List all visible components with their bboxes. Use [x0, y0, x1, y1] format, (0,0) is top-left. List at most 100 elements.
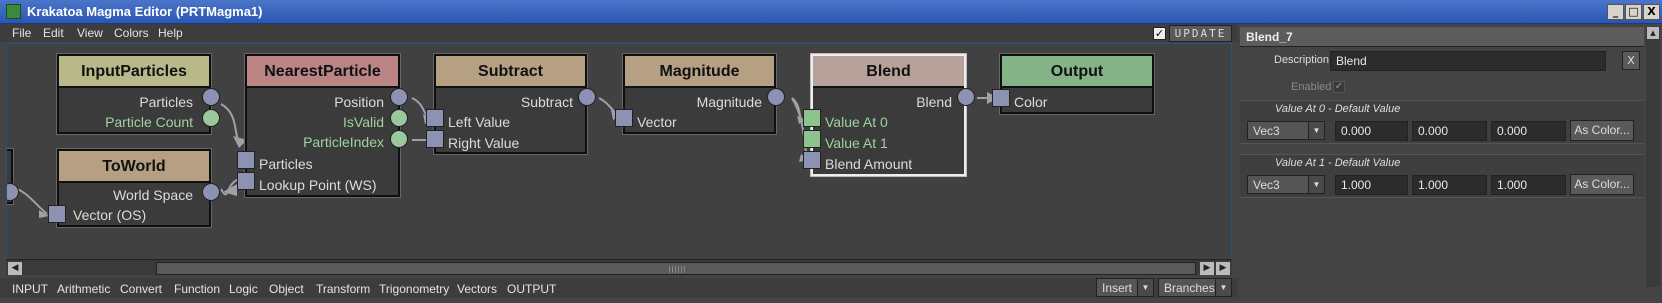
category-convert[interactable]: Convert	[120, 282, 162, 296]
socket-vector-in[interactable]	[615, 109, 633, 127]
socket-blend-amount-in[interactable]	[803, 151, 821, 169]
clear-description-button[interactable]: X	[1622, 51, 1640, 70]
properties-header: Blend_7	[1240, 27, 1644, 47]
socket-value-at-1-in[interactable]	[803, 130, 821, 148]
input-label-value-at-1: Value At 1	[825, 135, 888, 151]
socket-isvalid-out[interactable]	[390, 109, 408, 127]
category-transform[interactable]: Transform	[316, 282, 370, 296]
node-subtract[interactable]: Subtract Subtract Left Value Right Value	[434, 54, 587, 154]
scroll-left-arrow-icon[interactable]: ◀	[8, 262, 22, 275]
socket-particle-count-out[interactable]	[202, 109, 220, 127]
scroll-right-arrow-icon[interactable]: ▶	[1200, 262, 1214, 275]
description-label: Description	[1274, 54, 1330, 66]
node-header: Magnitude	[625, 56, 774, 88]
update-checkbox[interactable]: ✓	[1153, 27, 1166, 40]
category-logic[interactable]: Logic	[229, 282, 258, 296]
socket-left-value-in[interactable]	[426, 109, 444, 127]
enabled-label: Enabled	[1291, 81, 1332, 93]
socket-value-at-0-in[interactable]	[803, 109, 821, 127]
scroll-thumb[interactable]	[156, 262, 1196, 275]
properties-scrollbar[interactable]: ▲	[1646, 27, 1660, 287]
value-at-1-z-field[interactable]: 1.000	[1491, 175, 1566, 195]
chevron-down-icon: ▼	[1308, 176, 1324, 193]
scroll-up-arrow-icon[interactable]: ▲	[1647, 27, 1659, 39]
offscreen-output-socket[interactable]	[7, 183, 19, 201]
output-label-subtract: Subtract	[520, 94, 573, 110]
node-header: Output	[1002, 56, 1152, 88]
category-object[interactable]: Object	[269, 282, 304, 296]
category-input[interactable]: INPUT	[12, 282, 48, 296]
node-output[interactable]: Output Color	[1000, 54, 1154, 114]
app-icon	[6, 4, 21, 19]
socket-vector-os-in[interactable]	[48, 205, 66, 223]
node-input-particles[interactable]: InputParticles Particles Particle Count	[57, 54, 211, 134]
value-at-0-z-field[interactable]: 0.000	[1491, 121, 1566, 141]
minimize-button[interactable]: _	[1607, 4, 1624, 20]
type-value: Vec3	[1253, 124, 1280, 138]
node-nearest-particle[interactable]: NearestParticle Position IsValid Particl…	[245, 54, 400, 197]
category-arithmetic[interactable]: Arithmetic	[57, 282, 110, 296]
socket-magnitude-out[interactable]	[767, 88, 785, 106]
branches-dropdown-value: Branches	[1164, 281, 1215, 295]
output-label-particleindex: ParticleIndex	[303, 134, 384, 150]
menu-view[interactable]: View	[77, 26, 103, 40]
output-label-particle-count: Particle Count	[105, 114, 193, 130]
value-at-0-as-color-button[interactable]: As Color...	[1570, 120, 1634, 141]
node-blend[interactable]: Blend Blend Value At 0 Value At 1 Blend …	[811, 54, 966, 176]
branches-dropdown[interactable]: Branches ▼	[1158, 278, 1232, 297]
horizontal-scrollbar[interactable]: ◀ ▶ ▶	[6, 259, 1232, 275]
value-at-1-type-dropdown[interactable]: Vec3 ▼	[1247, 175, 1325, 194]
socket-right-value-in[interactable]	[426, 130, 444, 148]
offscreen-node[interactable]	[7, 149, 19, 204]
socket-color-in[interactable]	[992, 89, 1010, 107]
value-at-1-x-field[interactable]: 1.000	[1335, 175, 1408, 195]
input-label-particles: Particles	[259, 156, 313, 172]
update-button[interactable]: UPDATE	[1169, 25, 1232, 42]
socket-blend-out[interactable]	[957, 88, 975, 106]
socket-particles-out[interactable]	[202, 88, 220, 106]
menu-help[interactable]: Help	[158, 26, 183, 40]
scroll-right-arrow-icon-2[interactable]: ▶	[1216, 262, 1230, 275]
input-label-vector-os: Vector (OS)	[73, 207, 147, 223]
output-label-world-space: World Space	[113, 187, 193, 203]
node-to-world[interactable]: ToWorld World Space Vector (OS)	[57, 149, 211, 227]
input-label-blend-amount: Blend Amount	[825, 156, 913, 172]
node-category-bar: INPUT Arithmetic Convert Function Logic …	[0, 278, 1238, 298]
maximize-button[interactable]: □	[1625, 4, 1642, 20]
window-title: Krakatoa Magma Editor (PRTMagma1)	[27, 4, 263, 19]
menu-bar: File Edit View Colors Help	[0, 24, 1238, 42]
description-field[interactable]: Blend	[1330, 51, 1606, 71]
category-output[interactable]: OUTPUT	[507, 282, 556, 296]
socket-particles-in[interactable]	[237, 151, 255, 169]
value-at-0-type-dropdown[interactable]: Vec3 ▼	[1247, 121, 1325, 140]
node-header: Subtract	[436, 56, 585, 88]
menu-edit[interactable]: Edit	[43, 26, 64, 40]
close-button[interactable]: X	[1643, 4, 1660, 20]
menu-colors[interactable]: Colors	[114, 26, 149, 40]
input-label-left-value: Left Value	[448, 114, 511, 130]
node-magnitude[interactable]: Magnitude Magnitude Vector	[623, 54, 776, 134]
socket-particleindex-out[interactable]	[390, 130, 408, 148]
value-at-1-as-color-button[interactable]: As Color...	[1570, 174, 1634, 195]
socket-position-out[interactable]	[390, 88, 408, 106]
value-at-0-x-field[interactable]: 0.000	[1335, 121, 1408, 141]
socket-lookup-point-in[interactable]	[237, 172, 255, 190]
output-label-magnitude: Magnitude	[696, 94, 762, 110]
category-trigonometry[interactable]: Trigonometry	[379, 282, 449, 296]
output-label-position: Position	[334, 94, 384, 110]
socket-subtract-out[interactable]	[578, 88, 596, 106]
category-vectors[interactable]: Vectors	[457, 282, 497, 296]
input-label-vector: Vector	[637, 114, 677, 130]
category-function[interactable]: Function	[174, 282, 220, 296]
output-label-particles: Particles	[139, 94, 193, 110]
input-label-value-at-0: Value At 0	[825, 114, 888, 130]
node-header: NearestParticle	[247, 56, 398, 88]
enabled-checkbox[interactable]: ✓	[1333, 81, 1345, 93]
insert-dropdown[interactable]: Insert ▼	[1096, 278, 1154, 297]
value-at-1-y-field[interactable]: 1.000	[1412, 175, 1487, 195]
chevron-down-icon: ▼	[1215, 279, 1231, 296]
socket-world-space-out[interactable]	[202, 183, 220, 201]
node-graph-canvas[interactable]: InputParticles Particles Particle Count …	[6, 43, 1232, 275]
value-at-0-y-field[interactable]: 0.000	[1412, 121, 1487, 141]
menu-file[interactable]: File	[12, 26, 31, 40]
